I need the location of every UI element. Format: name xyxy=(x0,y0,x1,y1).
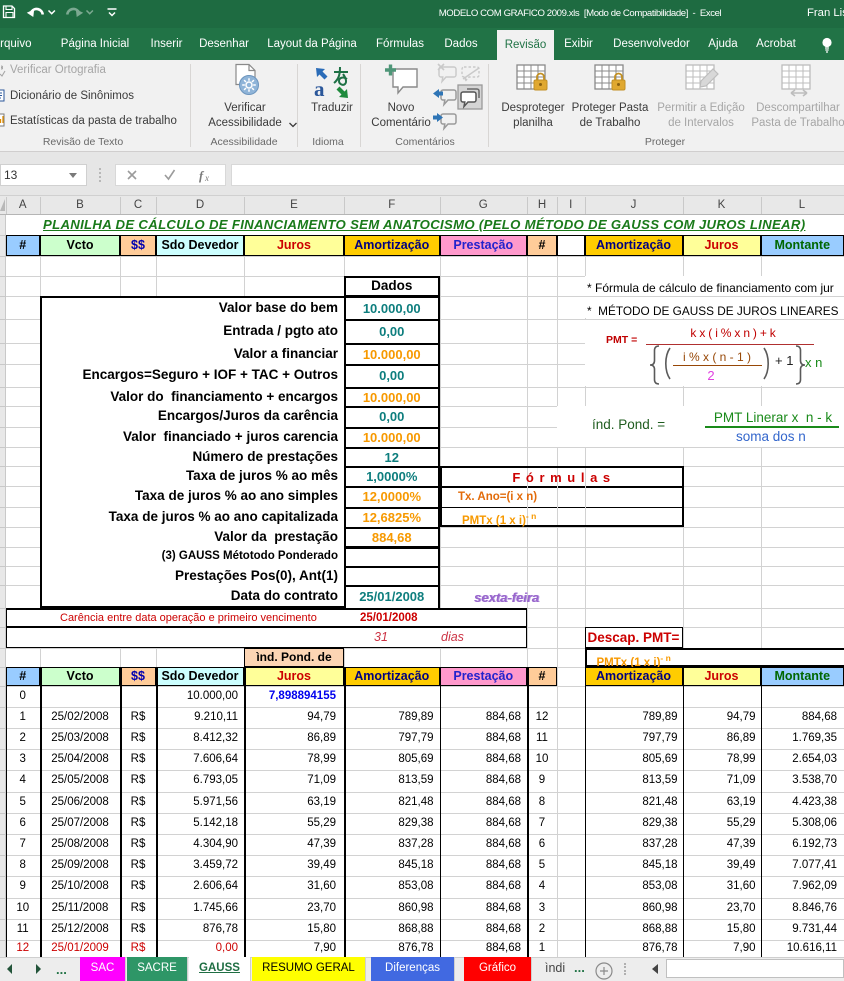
svg-text:a: a xyxy=(314,77,325,101)
svg-text:x: x xyxy=(204,173,209,183)
svg-text:...: ... xyxy=(56,962,67,977)
